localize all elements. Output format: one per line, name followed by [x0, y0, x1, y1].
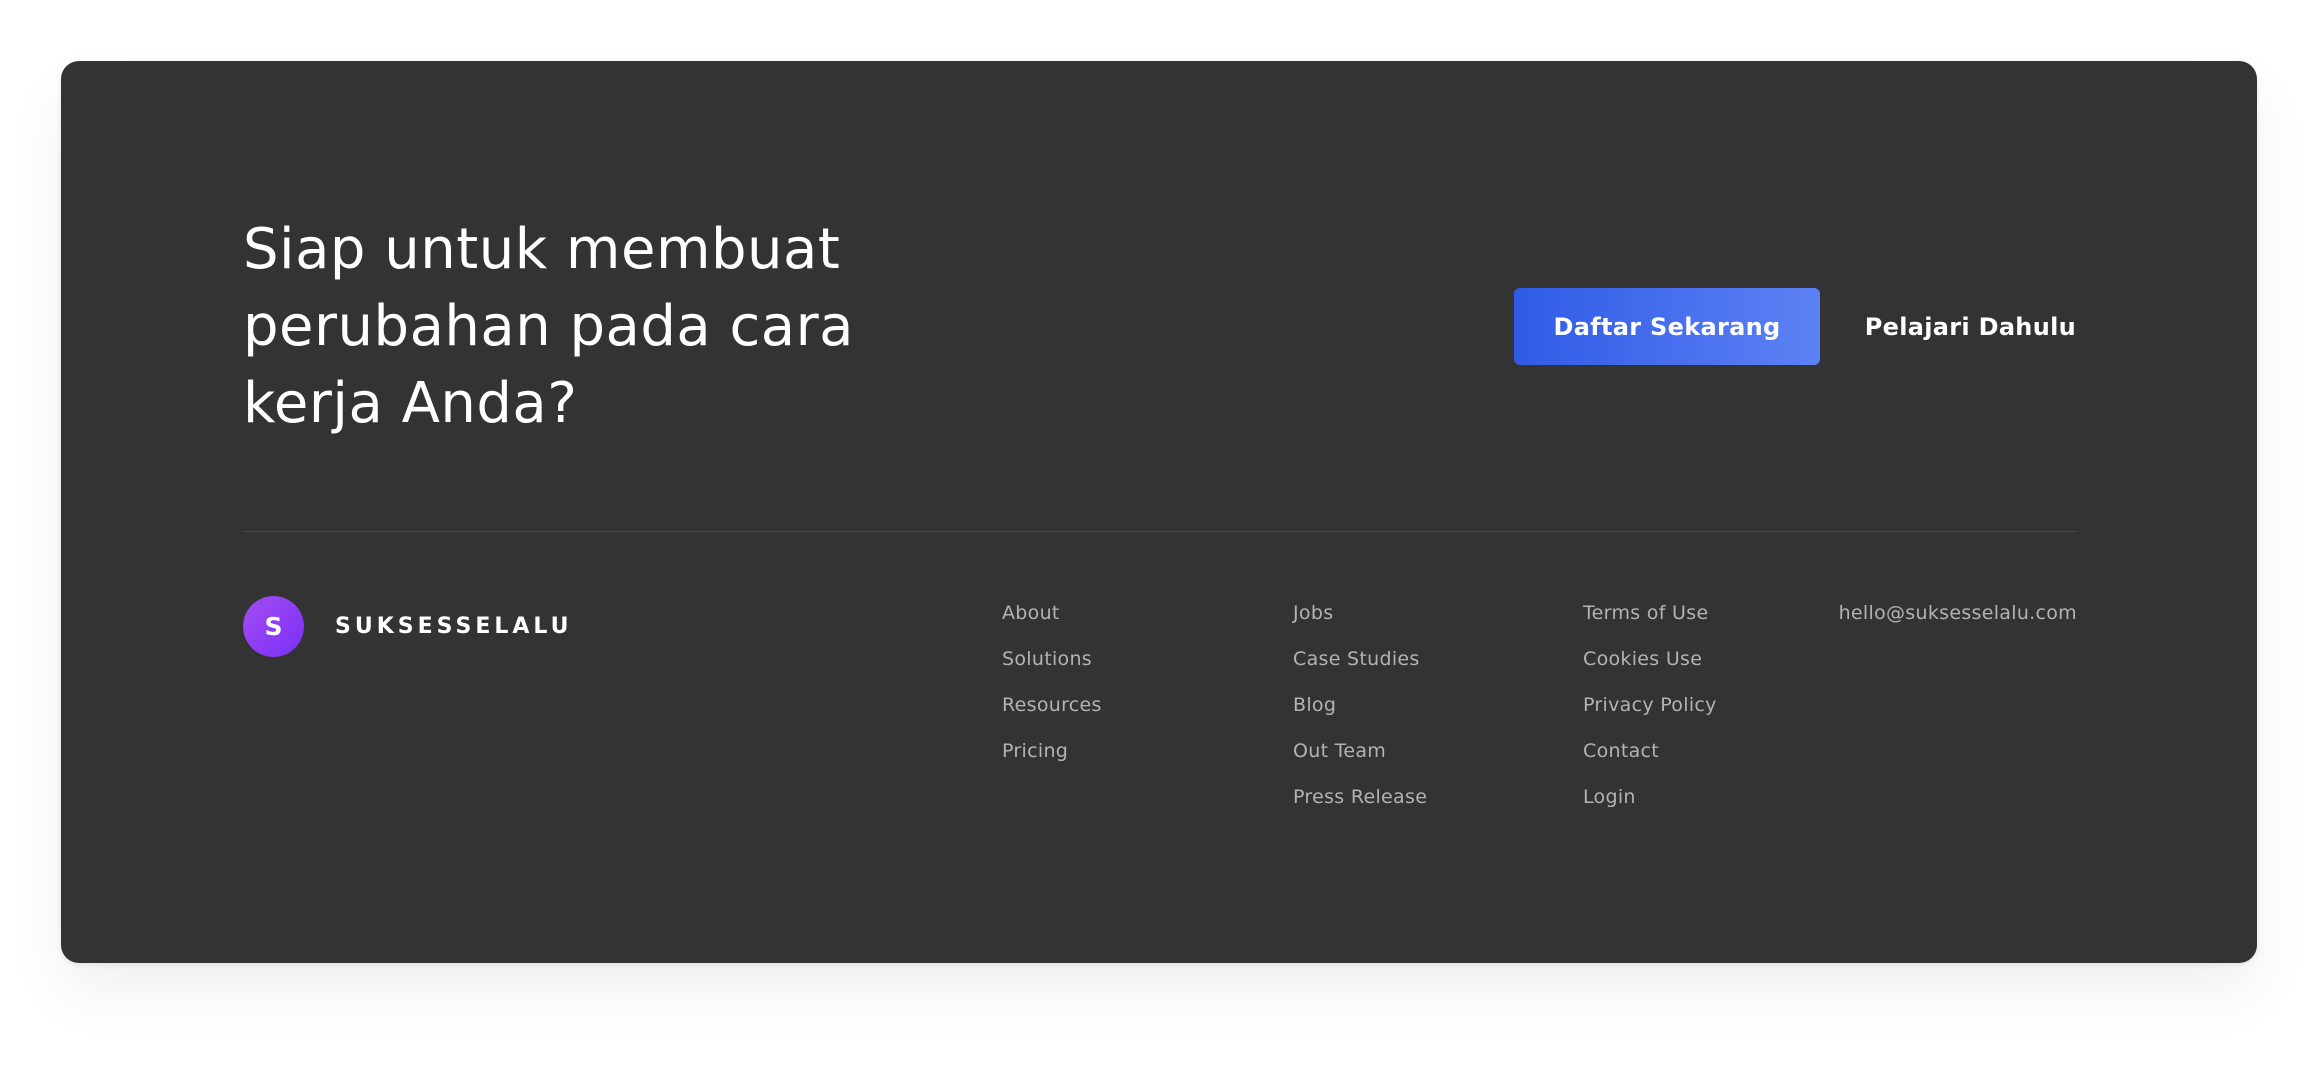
cta-heading-line: perubahan pada cara — [243, 294, 854, 359]
footer-links-legal: Terms of Use Cookies Use Privacy Policy … — [1583, 599, 1717, 829]
footer-link-blog[interactable]: Blog — [1293, 691, 1427, 737]
brand[interactable]: S SUKSESSELALU — [243, 596, 573, 657]
footer-link-about[interactable]: About — [1002, 599, 1102, 645]
footer-link-solutions[interactable]: Solutions — [1002, 645, 1102, 691]
learn-first-link[interactable]: Pelajari Dahulu — [1865, 288, 2076, 365]
cta-heading-line: kerja Anda? — [243, 371, 578, 436]
brand-name: SUKSESSELALU — [335, 614, 573, 639]
brand-logo: S — [243, 596, 304, 657]
footer-link-privacy-policy[interactable]: Privacy Policy — [1583, 691, 1717, 737]
footer-links-more: Jobs Case Studies Blog Out Team Press Re… — [1293, 599, 1427, 829]
footer-link-contact[interactable]: Contact — [1583, 737, 1717, 783]
footer-link-resources[interactable]: Resources — [1002, 691, 1102, 737]
footer-link-jobs[interactable]: Jobs — [1293, 599, 1427, 645]
contact-email-link[interactable]: hello@suksesselalu.com — [1839, 599, 2077, 627]
footer-links-company: About Solutions Resources Pricing — [1002, 599, 1102, 783]
footer-link-press-release[interactable]: Press Release — [1293, 783, 1427, 829]
footer-link-pricing[interactable]: Pricing — [1002, 737, 1102, 783]
page-canvas: Siap untuk membuat perubahan pada cara k… — [0, 0, 2320, 1066]
cta-heading: Siap untuk membuat perubahan pada cara k… — [243, 211, 1003, 442]
register-now-button[interactable]: Daftar Sekarang — [1514, 288, 1820, 365]
footer-card: Siap untuk membuat perubahan pada cara k… — [61, 61, 2257, 963]
footer-link-terms-of-use[interactable]: Terms of Use — [1583, 599, 1717, 645]
footer-link-cookies-use[interactable]: Cookies Use — [1583, 645, 1717, 691]
footer-link-case-studies[interactable]: Case Studies — [1293, 645, 1427, 691]
section-divider — [243, 531, 2077, 532]
footer-link-our-team[interactable]: Out Team — [1293, 737, 1427, 783]
footer-link-login[interactable]: Login — [1583, 783, 1717, 829]
cta-heading-line: Siap untuk membuat — [243, 217, 841, 282]
